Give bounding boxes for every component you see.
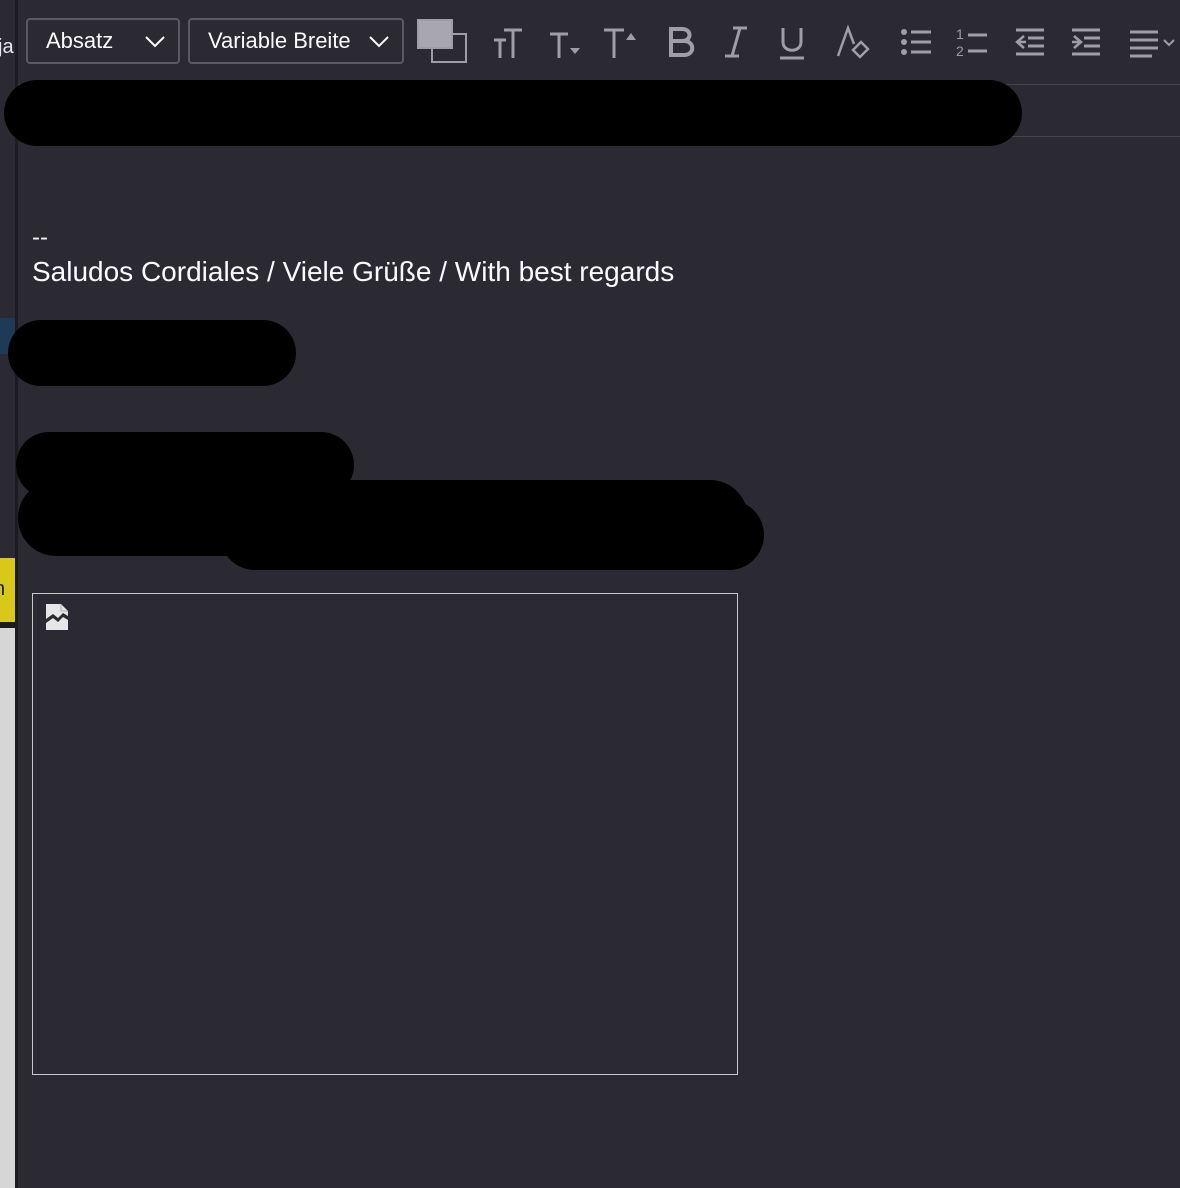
strip-text: ja: [0, 36, 14, 58]
strip-dark-area: [0, 388, 16, 558]
strip-text: n: [0, 578, 5, 601]
broken-image-placeholder[interactable]: [32, 593, 738, 1075]
broken-image-icon: [46, 604, 68, 630]
paragraph-format-select[interactable]: Absatz: [26, 18, 180, 64]
redaction: [220, 500, 764, 570]
align-icon: [1130, 30, 1175, 58]
paragraph-format-value: Absatz: [46, 28, 114, 53]
clear-format-button[interactable]: [830, 20, 874, 64]
svg-text:2: 2: [956, 43, 964, 59]
format-toolbar: Absatz Variable Breite 1 2: [18, 0, 1180, 85]
indent-icon: [1072, 28, 1100, 56]
signature-separator: --: [32, 224, 48, 251]
italic-icon: [725, 26, 747, 58]
clear-format-icon: [836, 24, 870, 59]
font-size-reset-icon: [494, 28, 522, 58]
numbered-list-button[interactable]: 1 2: [950, 20, 994, 64]
align-button[interactable]: [1122, 20, 1180, 64]
strip-line: [0, 622, 16, 628]
signature-greeting: Saludos Cordiales / Viele Grüße / With b…: [32, 256, 675, 287]
font-size-smaller-icon: [550, 32, 580, 58]
font-select[interactable]: Variable Breite: [188, 18, 404, 64]
bulleted-list-icon: [901, 29, 931, 55]
indent-button[interactable]: [1064, 20, 1108, 64]
chevron-down-icon: [369, 36, 389, 48]
svg-text:1: 1: [956, 26, 964, 42]
font-value: Variable Breite: [208, 28, 351, 53]
outdent-button[interactable]: [1008, 20, 1052, 64]
font-size-smaller-button[interactable]: [542, 20, 586, 64]
background-window-strip: ja n: [0, 0, 16, 1188]
bold-button[interactable]: [658, 20, 702, 64]
redaction: [4, 80, 1022, 146]
color-icon: [417, 19, 467, 63]
bulleted-list-button[interactable]: [894, 20, 938, 64]
redaction: [8, 320, 296, 386]
underline-icon: [780, 28, 804, 60]
text-color-button[interactable]: [414, 16, 470, 68]
font-size-reset-button[interactable]: [486, 20, 530, 64]
chevron-down-icon: [145, 36, 165, 48]
font-size-larger-button[interactable]: [598, 20, 642, 64]
numbered-list-icon: 1 2: [956, 26, 987, 59]
italic-button[interactable]: [714, 20, 758, 64]
font-size-larger-icon: [604, 28, 636, 58]
underline-button[interactable]: [770, 20, 814, 64]
bold-icon: [669, 27, 695, 57]
outdent-icon: [1015, 28, 1044, 56]
